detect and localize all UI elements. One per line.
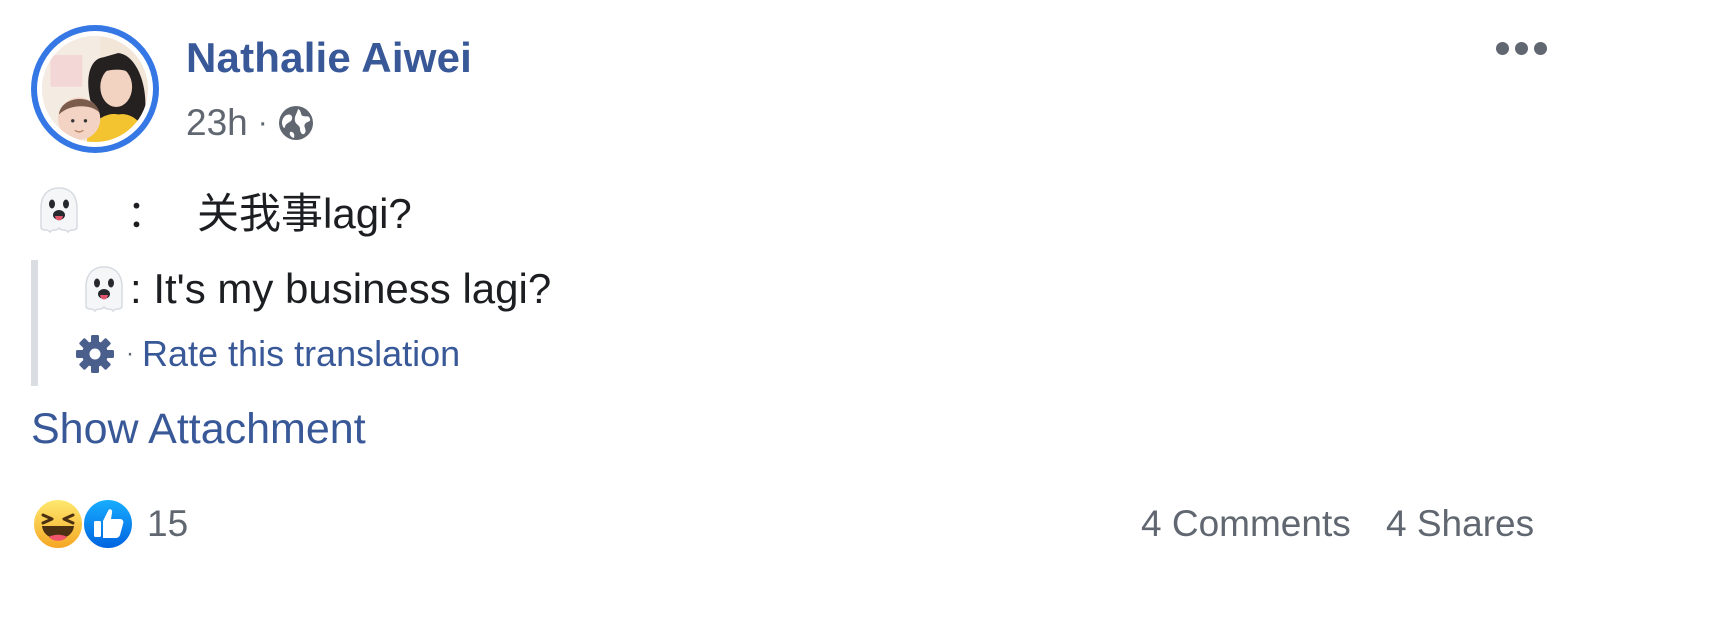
more-options-button[interactable] [1488,30,1554,66]
globe-icon[interactable] [276,103,316,143]
translation-rating-row: · Rate this translation [74,332,460,376]
more-horizontal-icon [1495,41,1509,55]
translated-text: : It's my business lagi? [130,265,552,312]
haha-reaction-icon [32,498,84,550]
more-horizontal-icon-dot [1533,41,1547,55]
profile-photo-avatar [42,36,148,142]
avatar[interactable] [31,25,159,153]
author-name[interactable]: Nathalie Aiwei [186,34,472,82]
facebook-post: Nathalie Aiwei 23h · ： 关我事lagi?: It's m… [0,0,1712,624]
ghost-emoji-icon [85,266,123,313]
more-horizontal-icon-dot [1514,41,1528,55]
translation-block: : It's my business lagi? · Rate this tra… [31,260,738,386]
shares-count-link[interactable]: 4 Shares [1386,503,1534,545]
timestamp[interactable]: 23h [186,102,248,144]
like-reaction-icon [82,498,134,550]
meta-separator: · [257,106,268,139]
comments-count-link[interactable]: 4 Comments [1141,503,1351,545]
original-colon: ： [127,193,166,236]
ghost-emoji-icon [40,187,78,234]
rate-separator: · [126,340,134,367]
avatar-frame [37,31,153,147]
reaction-count: 15 [147,503,189,544]
post-meta: 23h · [186,100,316,146]
original-text: 关我事lagi? [197,189,412,237]
rate-translation-link[interactable]: Rate this translation [142,333,460,375]
translated-text-line: : It's my business lagi? [78,263,551,315]
reactions-summary[interactable]: 15 [31,497,188,551]
gear-icon[interactable] [74,333,116,375]
post-text: ： 关我事lagi? [33,184,412,237]
show-attachment-link[interactable]: Show Attachment [31,405,366,454]
